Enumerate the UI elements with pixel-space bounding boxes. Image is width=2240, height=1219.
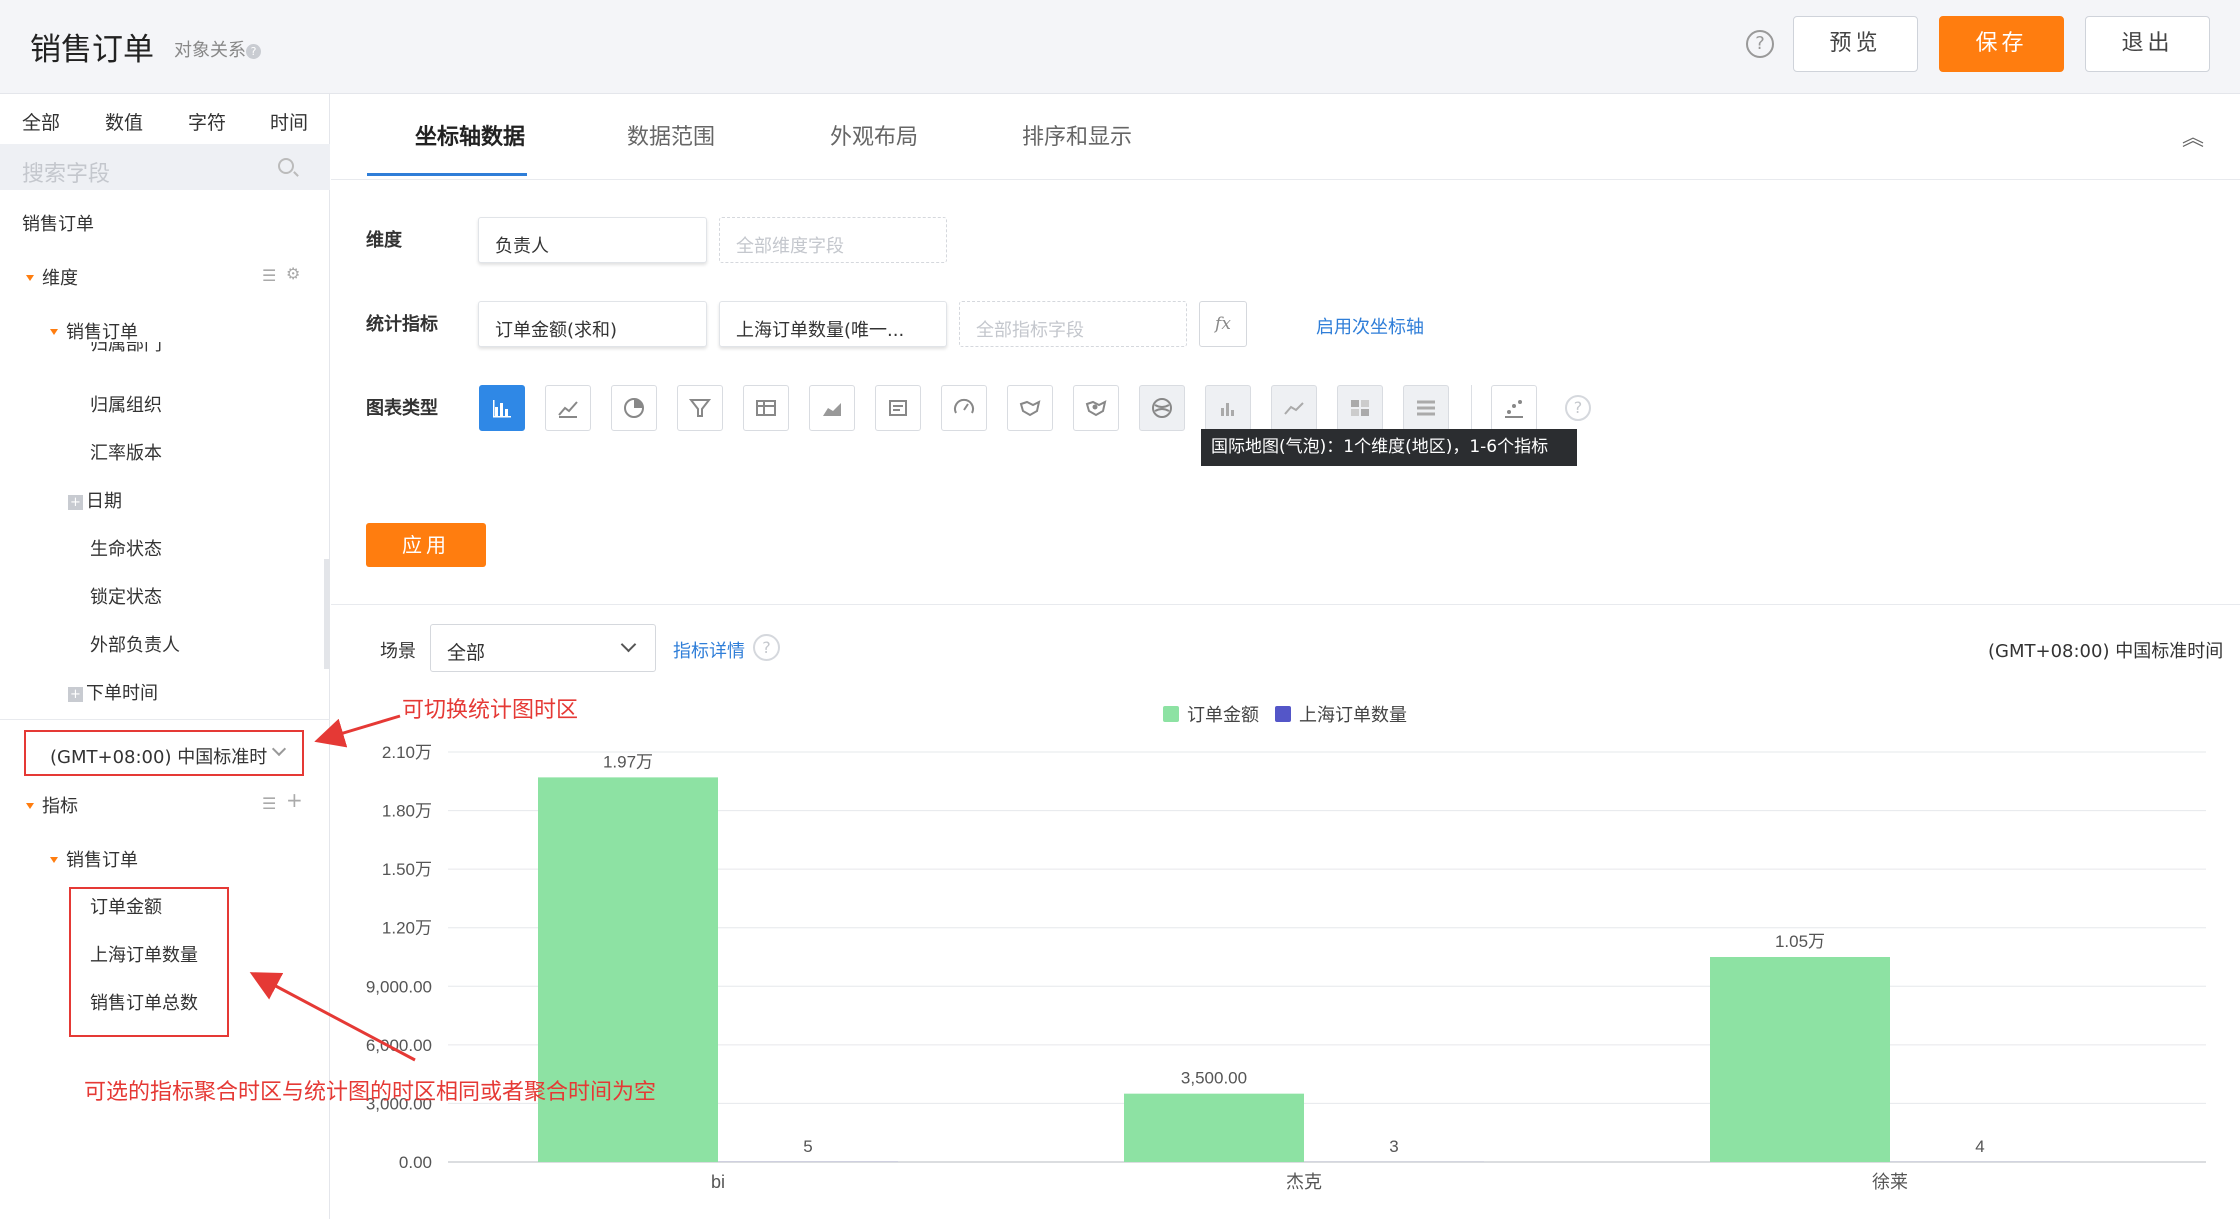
legend-item: 上海订单数量 — [1299, 705, 1407, 725]
x-tick-label: bi — [711, 1172, 725, 1192]
y-tick-label: 0.00 — [399, 1153, 432, 1172]
bar-chart: 0.003,000.006,000.009,000.001.20万1.50万1.… — [366, 705, 2206, 1192]
legend-item: 订单金额 — [1187, 705, 1259, 725]
y-tick-label: 1.80万 — [382, 802, 432, 821]
data-label: 1.97万 — [603, 752, 653, 771]
x-tick-label: 徐莱 — [1872, 1172, 1908, 1192]
annotation-timezone: 可切换统计图时区 — [402, 698, 579, 723]
y-tick-label: 1.20万 — [382, 919, 432, 938]
data-label: 3 — [1389, 1137, 1398, 1156]
y-tick-label: 6,000.00 — [366, 1036, 432, 1055]
x-tick-label: 杰克 — [1286, 1172, 1322, 1192]
y-tick-label: 9,000.00 — [366, 977, 432, 996]
legend-swatch — [1275, 706, 1291, 722]
legend-swatch — [1163, 706, 1179, 722]
y-tick-label: 1.50万 — [382, 860, 432, 879]
y-tick-label: 2.10万 — [382, 743, 432, 762]
data-label: 1.05万 — [1775, 932, 1825, 951]
data-label: 4 — [1975, 1137, 1984, 1156]
data-label: 3,500.00 — [1181, 1069, 1247, 1088]
annotation-metric: 可选的指标聚合时区与统计图的时区相同或者聚合时间为空 — [84, 1080, 657, 1105]
data-label: 5 — [803, 1137, 812, 1156]
bar-order-amount — [1124, 1093, 1304, 1162]
bar-order-amount — [1710, 957, 1890, 1162]
